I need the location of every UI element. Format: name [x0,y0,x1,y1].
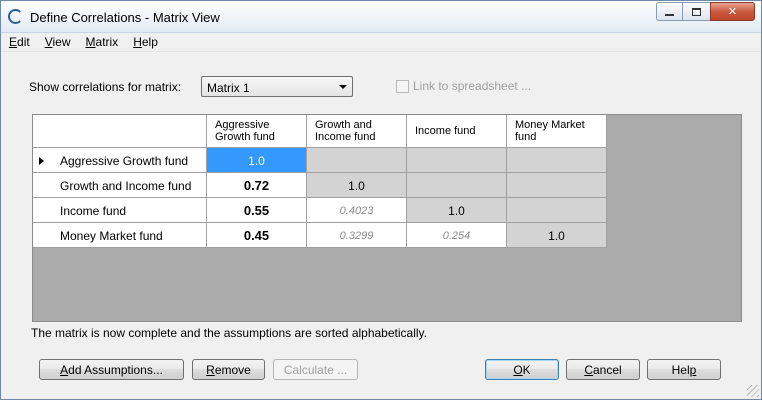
row-header-label: Money Market fund [60,229,163,243]
minimize-button[interactable] [656,2,683,21]
menu-bar: Edit View Matrix Help [1,33,761,52]
column-header[interactable]: Aggressive Growth fund [207,115,307,148]
matrix-cell[interactable]: 0.72 [207,173,307,198]
row-header[interactable]: Money Market fund [33,223,207,248]
close-icon: ✕ [727,6,738,18]
menu-matrix-label: atrix [95,35,119,49]
app-icon [8,9,23,24]
row-header-label: Growth and Income fund [60,179,192,193]
column-header-label: Growth and Income fund [315,119,376,143]
remove-mnemonic: R [206,363,215,377]
cancel-label: ancel [592,363,622,377]
status-message: The matrix is now complete and the assum… [31,326,427,340]
link-to-spreadsheet-label: Link to spreadsheet ... [413,79,532,93]
link-to-spreadsheet-checkbox[interactable]: Link to spreadsheet ... [396,79,531,93]
add-assumptions-button[interactable]: Add Assumptions... [39,359,184,380]
menu-matrix[interactable]: Matrix [78,33,126,51]
column-header[interactable]: Income fund [407,115,507,148]
calculate-button[interactable]: Calculate ... [273,359,358,380]
help-mnemonic: p [689,363,697,377]
add-assumptions-label: dd Assumptions... [68,363,163,377]
matrix-cell [407,173,507,198]
ok-label: K [522,363,531,377]
help-label: Hel [671,363,690,377]
menu-view-mnemonic: V [44,35,53,49]
chevron-down-icon [339,85,347,89]
column-header-label: Aggressive Growth fund [215,119,275,143]
matrix-cell[interactable]: 0.254 [407,223,507,248]
matrix-cell[interactable]: 0.4023 [307,198,407,223]
help-button[interactable]: Help [647,359,721,380]
matrix-cell[interactable]: 0.3299 [307,223,407,248]
menu-edit[interactable]: Edit [1,33,37,51]
matrix-cell[interactable]: 0.45 [207,223,307,248]
menu-help-mnemonic: H [133,35,142,49]
remove-label: emove [214,363,251,377]
menu-edit-label: dit [17,35,30,49]
menu-view[interactable]: View [37,33,78,51]
current-row-arrow-icon [39,157,44,165]
row-header[interactable]: Aggressive Growth fund [33,148,207,173]
menu-matrix-mnemonic: M [85,35,96,49]
column-header-label: Income fund [415,125,476,137]
cancel-button[interactable]: Cancel [566,359,640,380]
column-header[interactable]: Money Market fund [507,115,607,148]
show-correlations-label: Show correlations for matrix: [29,80,182,94]
window-title: Define Correlations - Matrix View [30,10,220,25]
row-header[interactable]: Growth and Income fund [33,173,207,198]
caption-buttons: ✕ [656,2,755,22]
matrix-cell [507,198,607,223]
menu-edit-mnemonic: E [9,35,18,49]
matrix-cell [507,148,607,173]
remove-button[interactable]: Remove [192,359,265,380]
add-assumptions-mnemonic: A [60,363,69,377]
correlation-matrix-grid: Aggressive Growth fund Growth and Income… [32,114,742,322]
matrix-cell[interactable]: 1.0 [207,148,307,173]
matrix-cell: 1.0 [407,198,507,223]
grid-corner [33,115,207,148]
matrix-cell[interactable]: 0.55 [207,198,307,223]
matrix-cell [507,173,607,198]
menu-help-label: elp [141,35,158,49]
maximize-button[interactable] [683,2,710,21]
matrix-select[interactable]: Matrix 1 [201,76,353,97]
define-correlations-dialog: Define Correlations - Matrix View ✕ Edit… [0,0,762,400]
matrix-cell: 1.0 [307,173,407,198]
ok-mnemonic: O [513,363,523,377]
column-header[interactable]: Growth and Income fund [307,115,407,148]
title-bar: Define Correlations - Matrix View ✕ [1,1,761,33]
matrix-cell [407,148,507,173]
menu-help[interactable]: Help [125,33,165,51]
close-button[interactable]: ✕ [710,2,755,21]
maximize-icon [692,7,701,16]
matrix-cell: 1.0 [507,223,607,248]
menu-view-label: iew [52,35,71,49]
resize-grip-icon[interactable] [747,385,759,397]
column-header-label: Money Market fund [515,119,585,143]
row-header[interactable]: Income fund [33,198,207,223]
ok-button[interactable]: OK [485,359,559,380]
matrix-cell [307,148,407,173]
checkbox-box[interactable] [396,79,409,93]
row-header-label: Aggressive Growth fund [60,154,189,168]
row-header-label: Income fund [60,204,127,218]
cancel-mnemonic: C [584,363,593,377]
matrix-select-value: Matrix 1 [207,81,250,95]
minimize-icon [665,13,674,16]
